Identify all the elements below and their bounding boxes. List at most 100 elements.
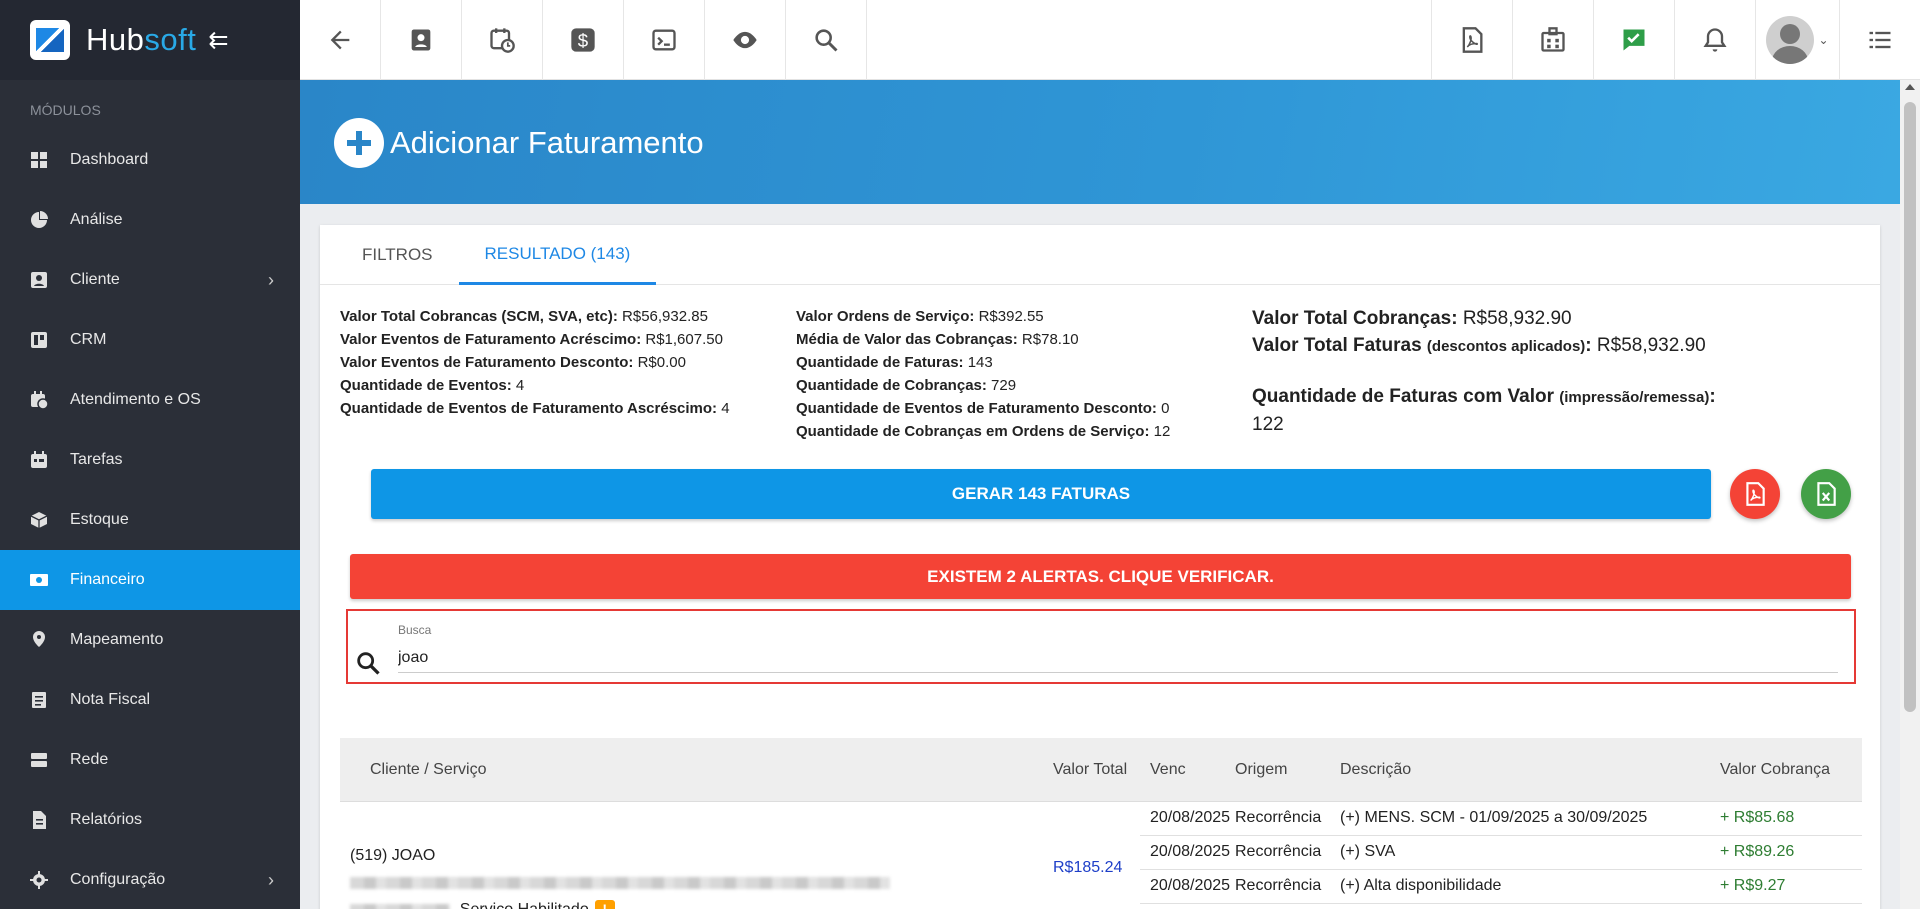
network-icon — [30, 751, 48, 769]
service-status: - Serviço Habilitado — [450, 901, 589, 909]
sidebar-item-relatorios[interactable]: Relatórios — [0, 790, 300, 850]
user-menu[interactable]: ⌄ — [1755, 0, 1839, 80]
terminal-button[interactable] — [624, 0, 705, 80]
finance-button[interactable]: $ — [543, 0, 624, 80]
calendar-clock-icon — [30, 391, 48, 409]
header-charge: Valor Cobrança — [1720, 761, 1830, 778]
sidebar-item-label: Atendimento e OS — [70, 391, 201, 408]
header-client: Cliente / Serviço — [370, 761, 487, 778]
top-toolbar: $ ⌄ — [300, 0, 1920, 80]
collapse-sidebar-icon[interactable]: ⇇ — [208, 26, 228, 55]
sidebar-item-label: Análise — [70, 211, 123, 228]
charge-description: (+) MENS. SCM - 01/09/2025 a 30/09/2025 — [1340, 809, 1648, 826]
contact-icon — [30, 271, 48, 289]
sidebar: Hubsoft ⇇ MÓDULOS Dashboard Análise Clie… — [0, 0, 300, 909]
avatar — [1766, 16, 1815, 64]
brand-name: Hubsoft — [86, 22, 197, 57]
contact-card-icon — [411, 29, 431, 51]
sidebar-item-financeiro[interactable]: Financeiro — [0, 550, 300, 610]
stat-line: Valor Total Cobrancas (SCM, SVA, etc): R… — [340, 308, 708, 325]
charge-amount: + R$85.68 — [1720, 809, 1795, 826]
messages-button[interactable] — [1593, 0, 1674, 80]
search-button[interactable] — [786, 0, 867, 80]
row-total: R$185.24 — [1053, 859, 1123, 876]
charge-due: 20/08/2025 — [1150, 877, 1231, 894]
page-scrollbar[interactable] — [1900, 80, 1920, 909]
scroll-up-arrow[interactable] — [1905, 84, 1915, 90]
sidebar-item-atendimento[interactable]: Atendimento e OS — [0, 370, 300, 430]
page-title-text: Adicionar Faturamento — [390, 125, 704, 160]
alerts-button[interactable]: EXISTEM 2 ALERTAS. CLIQUE VERIFICAR. — [350, 554, 1851, 599]
pie-chart-icon — [30, 211, 48, 229]
warning-icon[interactable]: ! — [594, 899, 615, 909]
charge-line: 20/08/2025 Recorrência (+) Alta disponib… — [1140, 870, 1862, 904]
sidebar-item-estoque[interactable]: Estoque — [0, 490, 300, 550]
export-pdf-button[interactable] — [1730, 469, 1780, 519]
header-origin: Origem — [1235, 761, 1288, 778]
stat-line: Valor Eventos de Faturamento Desconto: R… — [340, 354, 686, 371]
charge-origin: Recorrência — [1235, 843, 1322, 860]
tab-resultado[interactable]: RESULTADO (143) — [458, 225, 657, 285]
menu-list-button[interactable] — [1839, 0, 1920, 80]
eye-icon — [733, 31, 757, 49]
sidebar-item-tarefas[interactable]: Tarefas — [0, 430, 300, 490]
calendar-clock-icon — [490, 28, 515, 53]
sidebar-item-cliente[interactable]: Cliente › — [0, 250, 300, 310]
view-button[interactable] — [705, 0, 786, 80]
sidebar-item-label: Relatórios — [70, 811, 143, 828]
scroll-thumb[interactable] — [1904, 102, 1916, 712]
sidebar-item-nota-fiscal[interactable]: Nota Fiscal — [0, 670, 300, 730]
table-row[interactable]: (519) JOAO - Serviço Habilitado! R$185.2… — [340, 802, 1862, 909]
invoice-icon — [30, 691, 48, 709]
search-input[interactable] — [398, 643, 1838, 673]
chevron-right-icon: › — [268, 869, 274, 890]
building-icon — [1541, 27, 1565, 52]
charge-origin: Recorrência — [1235, 809, 1322, 826]
sidebar-item-configuracao[interactable]: Configuração › — [0, 850, 300, 909]
notifications-button[interactable] — [1674, 0, 1755, 80]
sidebar-item-rede[interactable]: Rede — [0, 730, 300, 790]
qtd-faturas-valor: Quantidade de Faturas com Valor (impress… — [1252, 386, 1716, 407]
sidebar-item-label: Tarefas — [70, 451, 123, 468]
billing-table: Cliente / Serviço Valor Total Venc Orige… — [340, 738, 1862, 909]
stat-line: Quantidade de Eventos de Faturamento Des… — [796, 400, 1170, 417]
table-header: Cliente / Serviço Valor Total Venc Orige… — [340, 738, 1862, 802]
stat-line: Quantidade de Faturas: 143 — [796, 354, 993, 371]
charge-line: 20/08/2025 Recorrência (+) MENS. SCM - 0… — [1140, 802, 1862, 836]
search-label: Busca — [398, 623, 432, 637]
charge-origin: Recorrência — [1235, 877, 1322, 894]
sidebar-item-analise[interactable]: Análise — [0, 190, 300, 250]
search-box: Busca — [346, 609, 1856, 684]
list-icon — [1869, 31, 1891, 49]
header-total: Valor Total — [1053, 761, 1128, 778]
pdf-button[interactable] — [1431, 0, 1512, 80]
stat-line: Quantidade de Cobranças em Ordens de Ser… — [796, 423, 1171, 440]
export-excel-button[interactable] — [1801, 469, 1851, 519]
charge-line: 20/08/2025 Recorrência (+) SVA + R$89.26 — [1140, 836, 1862, 870]
sidebar-item-label: Nota Fiscal — [70, 691, 151, 708]
sidebar-item-label: Configuração — [70, 871, 166, 888]
svg-text:$: $ — [578, 30, 589, 51]
stat-line: Valor Eventos de Faturamento Acréscimo: … — [340, 331, 723, 348]
sidebar-item-mapeamento[interactable]: Mapeamento — [0, 610, 300, 670]
schedule-button[interactable] — [462, 0, 543, 80]
dashboard-icon — [30, 151, 48, 169]
chevron-right-icon: › — [268, 269, 274, 290]
sidebar-item-dashboard[interactable]: Dashboard — [0, 130, 300, 190]
charge-description: (+) SVA — [1340, 843, 1396, 860]
charge-description: (+) Alta disponibilidade — [1340, 877, 1502, 894]
total-faturas: Valor Total Faturas (descontos aplicados… — [1252, 335, 1706, 356]
company-button[interactable] — [1512, 0, 1593, 80]
tab-filtros[interactable]: FILTROS — [336, 225, 459, 285]
sidebar-item-label: Financeiro — [70, 571, 145, 588]
generate-invoices-button[interactable]: GERAR 143 FATURAS — [371, 469, 1711, 519]
back-button[interactable] — [300, 0, 381, 80]
header-due: Venc — [1150, 761, 1186, 778]
sidebar-item-crm[interactable]: CRM — [0, 310, 300, 370]
client-contact-button[interactable] — [381, 0, 462, 80]
stat-line: Quantidade de Cobranças: 729 — [796, 377, 1017, 394]
total-cobrancas: Valor Total Cobranças: R$58,932.90 — [1252, 308, 1572, 329]
box-icon — [30, 511, 48, 529]
stat-line: Quantidade de Eventos: 4 — [340, 377, 525, 394]
charge-due: 20/08/2025 — [1150, 809, 1231, 826]
